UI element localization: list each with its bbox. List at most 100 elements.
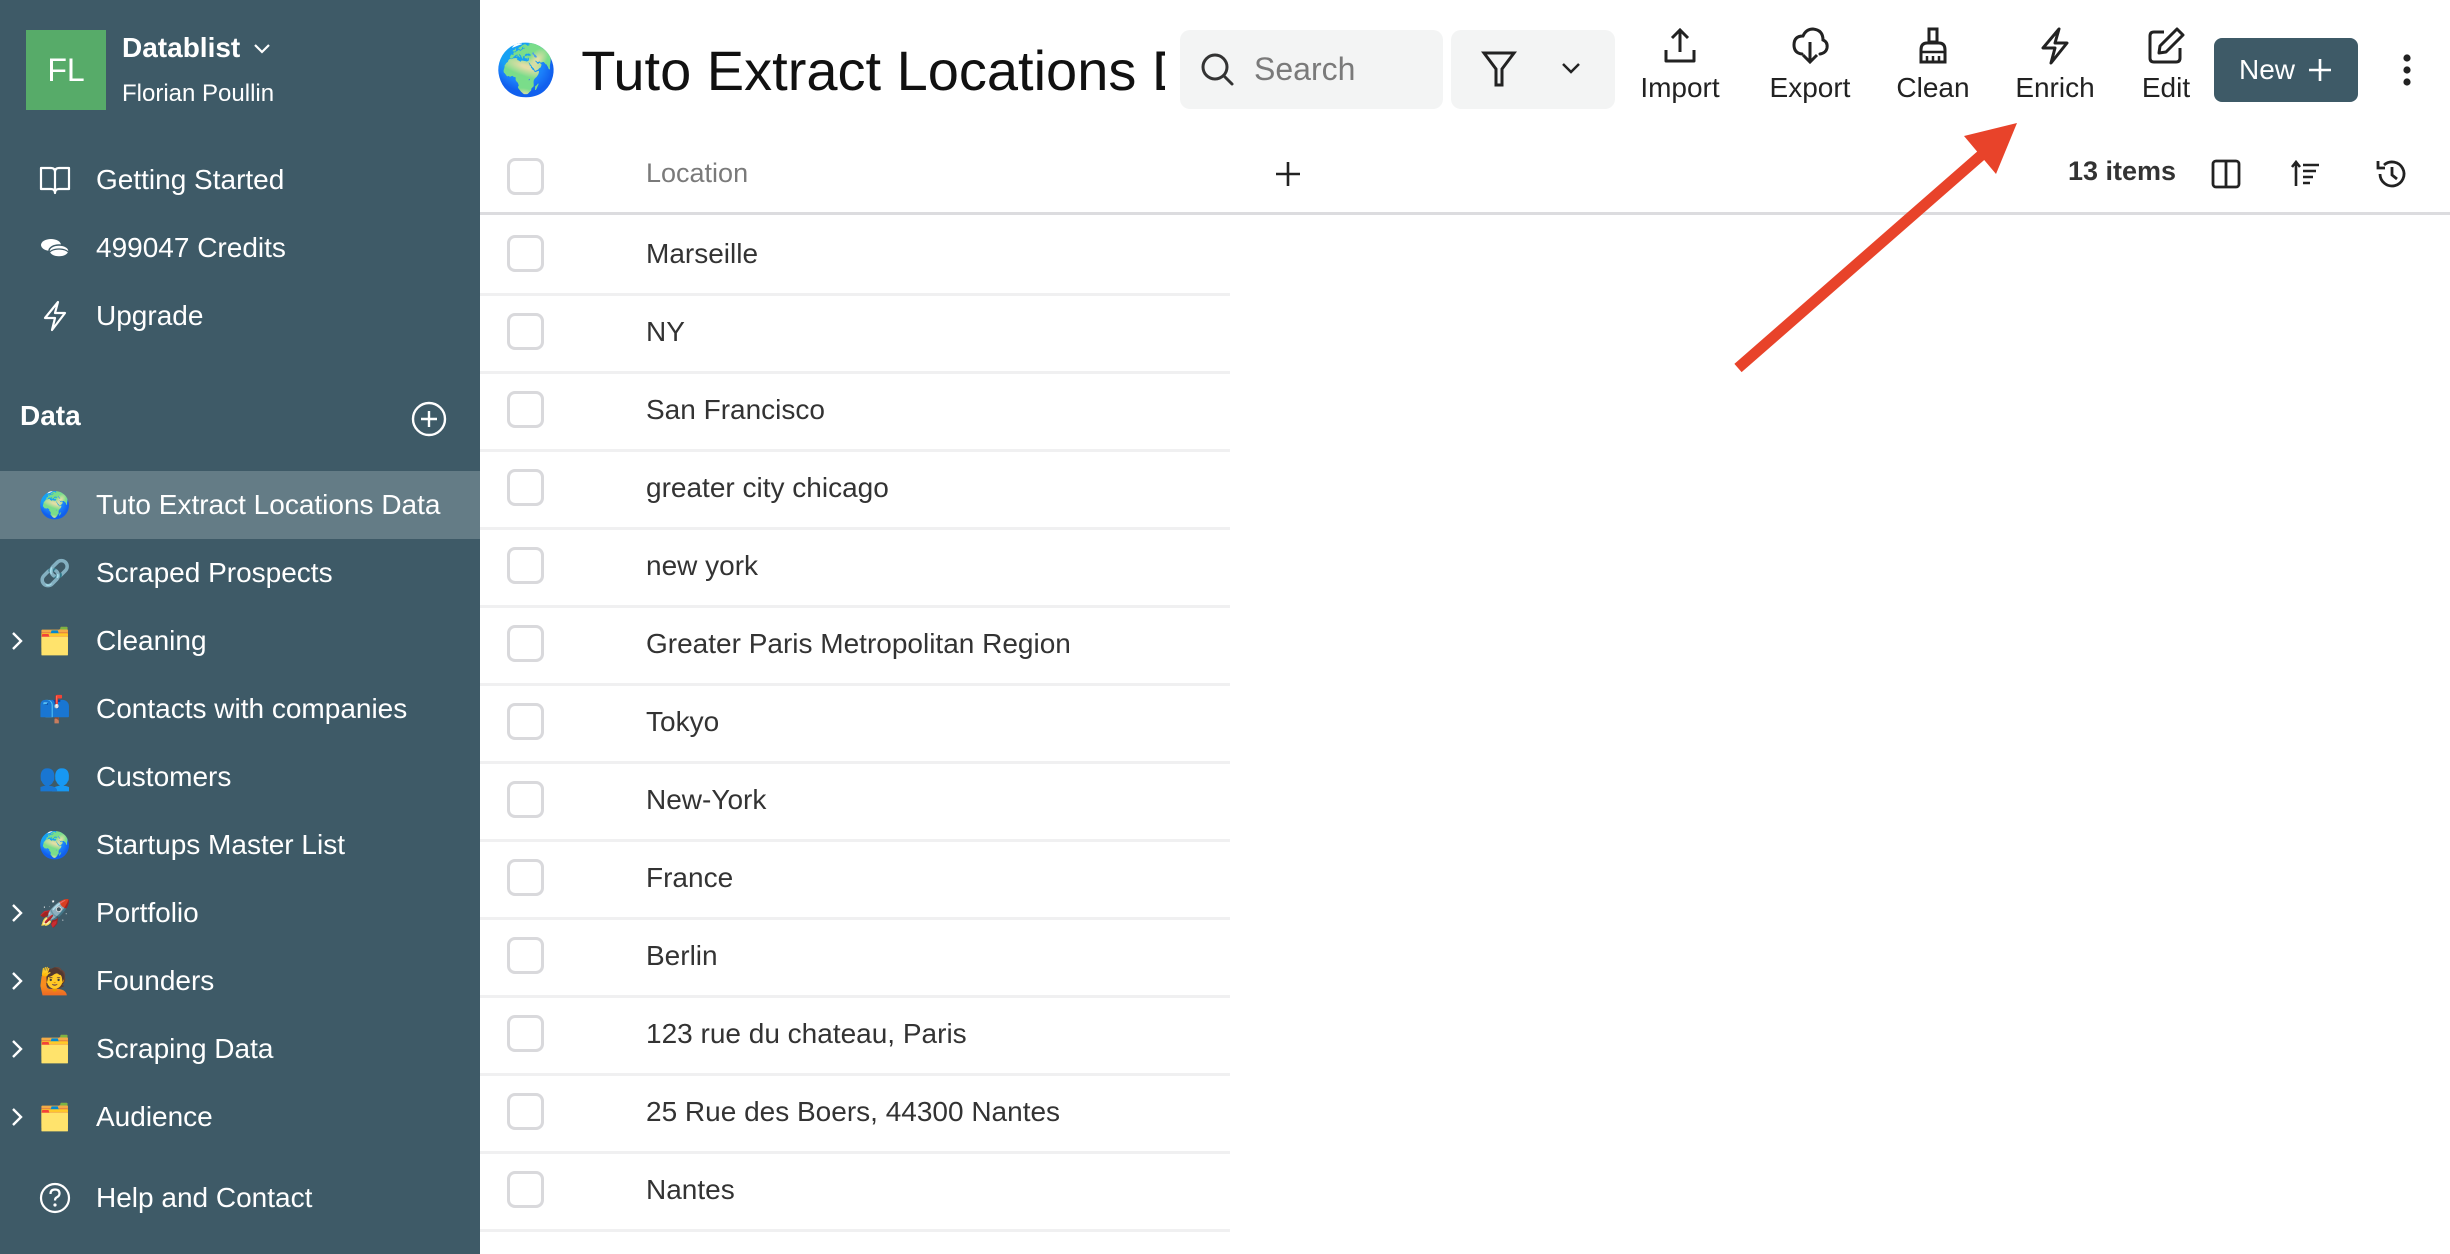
- sort-icon[interactable]: [2288, 156, 2324, 192]
- table-row[interactable]: Marseille: [480, 215, 1230, 296]
- location-cell[interactable]: Nantes: [646, 1151, 735, 1229]
- table-row[interactable]: NY: [480, 293, 1230, 374]
- location-cell[interactable]: Greater Paris Metropolitan Region: [646, 605, 1071, 683]
- sidebar-item-scraped-prospects[interactable]: 🔗 Scraped Prospects: [0, 539, 480, 607]
- table-row[interactable]: Greater Paris Metropolitan Region: [480, 605, 1230, 686]
- sidebar-item-portfolio[interactable]: 🚀 Portfolio: [0, 879, 480, 947]
- sidebar-item-cleaning[interactable]: 🗂️ Cleaning: [0, 607, 480, 675]
- location-cell[interactable]: greater city chicago: [646, 449, 889, 527]
- chevron-right-icon[interactable]: [8, 1105, 26, 1129]
- chevron-right-icon[interactable]: [8, 629, 26, 653]
- sidebar-item-founders[interactable]: 🙋 Founders: [0, 947, 480, 1015]
- rocket-icon: 🚀: [38, 898, 72, 928]
- workspace-name: Datablist: [122, 32, 241, 63]
- row-checkbox[interactable]: [507, 1093, 544, 1130]
- row-checkbox[interactable]: [507, 469, 544, 506]
- sidebar-item-upgrade[interactable]: Upgrade: [0, 282, 480, 350]
- location-cell[interactable]: 123 rue du chateau, Paris: [646, 995, 967, 1073]
- history-icon[interactable]: [2373, 156, 2409, 192]
- row-checkbox[interactable]: [507, 547, 544, 584]
- sidebar-item-help[interactable]: Help and Contact: [0, 1164, 480, 1232]
- new-item-button[interactable]: New: [2214, 38, 2358, 102]
- book-icon: [38, 163, 72, 197]
- sidebar-item-label: Scraped Prospects: [96, 557, 333, 588]
- table-row[interactable]: San Francisco: [480, 371, 1230, 452]
- enrich-label: Enrich: [2015, 72, 2095, 103]
- chevron-right-icon[interactable]: [8, 901, 26, 925]
- table-row[interactable]: Tokyo: [480, 683, 1230, 764]
- data-section-heading: Data: [20, 400, 81, 431]
- table-row[interactable]: 123 rue du chateau, Paris: [480, 995, 1230, 1076]
- table-row[interactable]: 25 Rue des Boers, 44300 Nantes: [480, 1073, 1230, 1154]
- sidebar-item-customers[interactable]: 👥 Customers: [0, 743, 480, 811]
- row-checkbox[interactable]: [507, 703, 544, 740]
- workspace-switcher[interactable]: Datablist: [122, 32, 272, 64]
- import-button[interactable]: Import: [1625, 26, 1735, 110]
- edit-icon: [2148, 27, 2185, 64]
- clean-button[interactable]: Clean: [1878, 26, 1988, 110]
- row-checkbox[interactable]: [507, 1171, 544, 1208]
- globe-icon: 🌍: [495, 42, 558, 98]
- workspace-user: Florian Poullin: [122, 80, 275, 107]
- sidebar-item-tuto-extract-locations-data[interactable]: 🌍 Tuto Extract Locations Data: [0, 471, 480, 539]
- location-cell[interactable]: San Francisco: [646, 371, 825, 449]
- export-label: Export: [1769, 72, 1851, 103]
- row-checkbox[interactable]: [507, 313, 544, 350]
- page-title: 🌍 Tuto Extract Locations Data: [495, 35, 1165, 105]
- sidebar-item-label: Founders: [96, 965, 215, 996]
- workspace-avatar[interactable]: FL: [26, 30, 106, 110]
- table-row[interactable]: new york: [480, 527, 1230, 608]
- chevron-right-icon[interactable]: [8, 969, 26, 993]
- more-options-icon[interactable]: [2392, 50, 2422, 90]
- table-row[interactable]: greater city chicago: [480, 449, 1230, 530]
- globe-icon: 🌍: [38, 830, 72, 860]
- add-column-icon[interactable]: [1270, 156, 1306, 192]
- sidebar-item-label: Getting Started: [96, 164, 285, 195]
- search-input[interactable]: [1252, 50, 1416, 89]
- row-checkbox[interactable]: [507, 391, 544, 428]
- row-checkbox[interactable]: [507, 625, 544, 662]
- table-row[interactable]: Berlin: [480, 917, 1230, 998]
- export-button[interactable]: Export: [1755, 26, 1865, 110]
- location-cell[interactable]: New-York: [646, 761, 766, 839]
- row-checkbox[interactable]: [507, 937, 544, 974]
- chevron-right-icon[interactable]: [8, 1037, 26, 1061]
- location-cell[interactable]: new york: [646, 527, 758, 605]
- mailbox-icon: 📫: [38, 694, 72, 724]
- row-checkbox[interactable]: [507, 235, 544, 272]
- sidebar-item-label: Startups Master List: [96, 829, 345, 860]
- location-cell[interactable]: Tokyo: [646, 683, 719, 761]
- search-box[interactable]: [1180, 30, 1443, 109]
- table-row[interactable]: France: [480, 839, 1230, 920]
- table-row[interactable]: Nantes: [480, 1151, 1230, 1232]
- sidebar-item-getting-started[interactable]: Getting Started: [0, 146, 480, 214]
- location-cell[interactable]: Berlin: [646, 917, 718, 995]
- row-checkbox[interactable]: [507, 781, 544, 818]
- table-row[interactable]: New-York: [480, 761, 1230, 842]
- enrich-button[interactable]: Enrich: [2000, 26, 2110, 110]
- row-checkbox[interactable]: [507, 1015, 544, 1052]
- sidebar-item-scraping-data[interactable]: 🗂️ Scraping Data: [0, 1015, 480, 1083]
- location-cell[interactable]: NY: [646, 293, 685, 371]
- add-collection-icon[interactable]: [410, 400, 448, 438]
- sidebar-item-audience[interactable]: 🗂️ Audience: [0, 1083, 480, 1151]
- page-title-text[interactable]: Tuto Extract Locations Data: [581, 38, 1165, 103]
- location-cell[interactable]: France: [646, 839, 733, 917]
- sidebar-item-label: Upgrade: [96, 300, 204, 331]
- sidebar-item-contacts-with-companies[interactable]: 📫 Contacts with companies: [0, 675, 480, 743]
- sidebar-item-credits[interactable]: 499047 Credits: [0, 214, 480, 282]
- search-icon: [1201, 53, 1234, 85]
- person-raising-hand-icon: 🙋: [38, 966, 72, 996]
- edit-button[interactable]: Edit: [2111, 26, 2221, 110]
- link-icon: 🔗: [38, 558, 72, 588]
- select-all-checkbox[interactable]: [507, 158, 544, 195]
- location-cell[interactable]: 25 Rue des Boers, 44300 Nantes: [646, 1073, 1060, 1151]
- columns-layout-icon[interactable]: [2208, 156, 2244, 192]
- clean-label: Clean: [1896, 72, 1970, 103]
- people-icon: 👥: [38, 762, 72, 792]
- column-header-location[interactable]: Location: [646, 158, 748, 189]
- row-checkbox[interactable]: [507, 859, 544, 896]
- filter-button[interactable]: [1451, 30, 1615, 109]
- sidebar-item-startups-master-list[interactable]: 🌍 Startups Master List: [0, 811, 480, 879]
- location-cell[interactable]: Marseille: [646, 215, 758, 293]
